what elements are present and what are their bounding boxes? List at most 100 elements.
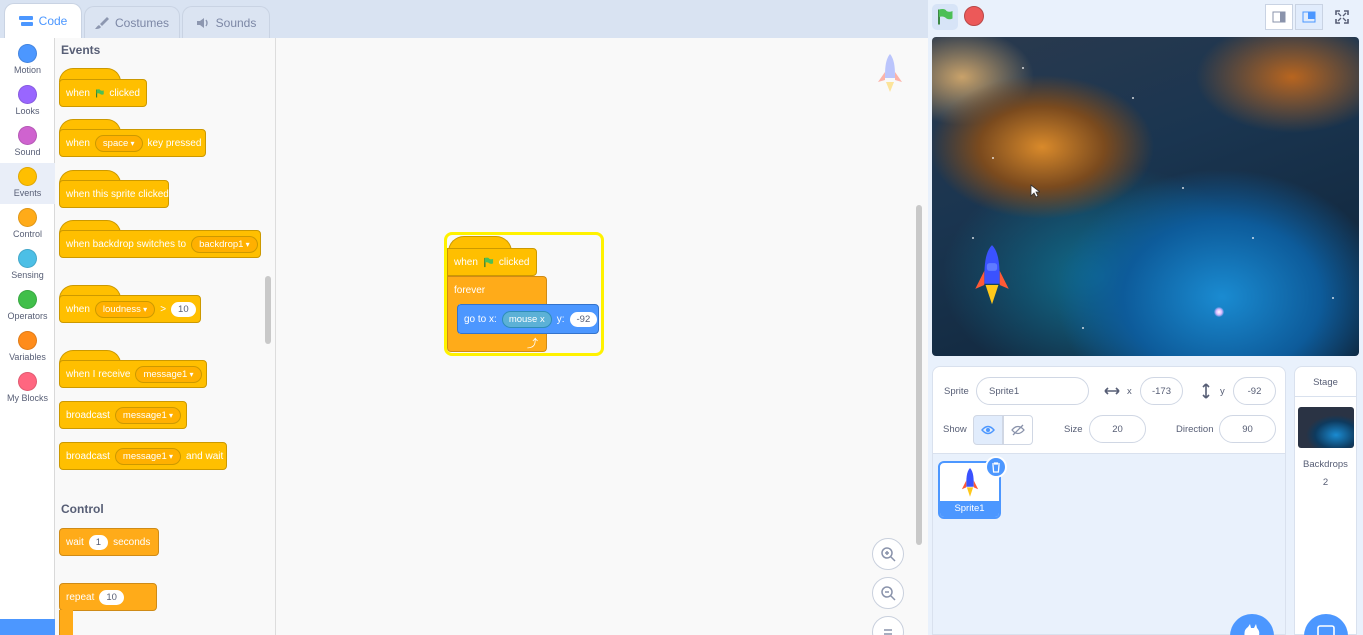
block-text: when <box>66 303 90 315</box>
control-dot-icon <box>18 208 37 227</box>
direction-field[interactable]: 90 <box>1219 415 1276 443</box>
category-label: My Blocks <box>6 393 48 403</box>
script-go-to-xy[interactable]: go to x: mouse x y: -92 <box>457 304 599 334</box>
size-field[interactable]: 20 <box>1089 415 1146 443</box>
block-broadcast[interactable]: broadcast message1 <box>59 401 187 429</box>
category-label: Variables <box>9 352 46 362</box>
large-stage-button[interactable] <box>1295 4 1323 30</box>
small-stage-icon <box>1272 11 1286 23</box>
tab-sounds[interactable]: Sounds <box>182 6 270 38</box>
horizontal-arrows-icon <box>1104 387 1120 395</box>
backdrops-count: 2 <box>1322 477 1329 488</box>
y-label: y <box>1220 386 1225 397</box>
y-position-field[interactable]: -92 <box>1233 377 1276 405</box>
category-operators[interactable]: Operators <box>0 286 55 327</box>
x-position-field[interactable]: -173 <box>1140 377 1183 405</box>
stage-target-panel[interactable]: Stage Backdrops 2 <box>1294 366 1357 635</box>
block-text: broadcast <box>66 409 110 421</box>
block-text: go to x: <box>464 313 497 325</box>
block-text: wait <box>66 536 84 548</box>
stop-button[interactable] <box>964 6 984 26</box>
block-text: when backdrop switches to <box>66 238 187 250</box>
threshold-input[interactable]: 10 <box>171 301 196 317</box>
sprite-name-field[interactable]: Sprite1 <box>976 377 1089 405</box>
zoom-in-button[interactable] <box>872 538 904 570</box>
block-text: repeat <box>66 591 95 603</box>
message-dropdown[interactable]: message1 <box>135 365 202 383</box>
message-dropdown[interactable]: message1 <box>114 447 182 465</box>
code-icon <box>18 16 33 26</box>
block-text: broadcast <box>66 450 110 462</box>
block-text: when <box>66 87 90 99</box>
control-section-title: Control <box>61 502 104 516</box>
block-when-backdrop-switches[interactable]: when backdrop switches to backdrop1 <box>59 230 261 258</box>
size-label: Size <box>1064 424 1083 435</box>
green-flag-button[interactable] <box>932 4 958 30</box>
zoom-out-button[interactable] <box>872 577 904 609</box>
backdrop-add-icon <box>1317 625 1335 635</box>
stage-thumbnail[interactable] <box>1298 407 1354 448</box>
events-dot-icon <box>18 167 37 186</box>
block-when-loudness[interactable]: when loudness > 10 <box>59 295 201 323</box>
tab-costumes[interactable]: Costumes <box>84 6 180 38</box>
key-dropdown[interactable]: space <box>94 134 143 152</box>
hide-sprite-button[interactable] <box>1003 415 1033 445</box>
tab-code-label: Code <box>38 14 68 28</box>
eye-icon <box>981 425 995 435</box>
large-stage-icon <box>1302 11 1316 23</box>
workspace-scrollbar[interactable] <box>916 205 922 545</box>
block-when-sprite-clicked[interactable]: when this sprite clicked <box>59 180 169 208</box>
category-label: Operators <box>7 311 48 321</box>
block-text: when I receive <box>66 368 131 380</box>
sensor-dropdown[interactable]: loudness <box>94 300 156 318</box>
category-sensing[interactable]: Sensing <box>0 245 55 286</box>
fullscreen-button[interactable] <box>1328 4 1356 30</box>
palette-scrollbar[interactable] <box>265 276 271 344</box>
block-repeat[interactable]: repeat 10 <box>59 583 157 611</box>
tab-sounds-label: Sounds <box>215 15 257 30</box>
repeat-block-arm <box>59 610 73 635</box>
block-text: when this sprite clicked <box>66 188 169 200</box>
block-wait[interactable]: wait 1 seconds <box>59 528 159 556</box>
wait-seconds-input[interactable]: 1 <box>88 534 109 550</box>
block-when-i-receive[interactable]: when I receive message1 <box>59 360 207 388</box>
category-looks[interactable]: Looks <box>0 81 55 122</box>
category-menu: Motion Looks Sound Events Control Sensin… <box>0 38 55 635</box>
backdrop-dropdown[interactable]: backdrop1 <box>191 235 258 253</box>
block-when-flag-clicked[interactable]: when clicked <box>59 79 147 107</box>
sprite-card-name: Sprite1 <box>940 501 999 517</box>
tab-code[interactable]: Code <box>4 3 82 38</box>
add-extension-button[interactable] <box>0 619 55 635</box>
divider <box>1295 396 1356 397</box>
message-dropdown[interactable]: message1 <box>114 406 182 424</box>
show-sprite-button[interactable] <box>973 415 1003 445</box>
rocket-sprite[interactable] <box>974 245 1010 307</box>
category-label: Events <box>13 188 42 198</box>
delete-sprite-button[interactable] <box>985 456 1007 478</box>
block-when-key-pressed[interactable]: when space key pressed <box>59 129 206 157</box>
repeat-count-input[interactable]: 10 <box>99 589 124 605</box>
category-motion[interactable]: Motion <box>0 40 55 81</box>
x-label: x <box>1127 386 1132 397</box>
looks-dot-icon <box>18 85 37 104</box>
y-value-input[interactable]: -92 <box>569 311 598 327</box>
category-control[interactable]: Control <box>0 204 55 245</box>
equals-icon <box>884 629 892 635</box>
category-my-blocks[interactable]: My Blocks <box>0 368 55 409</box>
script-forever[interactable]: forever <box>447 276 547 304</box>
category-label: Motion <box>13 65 41 75</box>
block-text: when <box>454 256 478 268</box>
script-when-flag-clicked[interactable]: when clicked <box>447 248 537 276</box>
block-text: key pressed <box>147 137 202 149</box>
stage-canvas[interactable] <box>932 37 1359 356</box>
rocket-thumbnail-icon <box>961 468 979 497</box>
block-text: and wait <box>186 450 224 462</box>
category-label: Control <box>12 229 42 239</box>
category-sound[interactable]: Sound <box>0 122 55 163</box>
speaker-icon <box>196 17 208 28</box>
block-broadcast-and-wait[interactable]: broadcast message1 and wait <box>59 442 227 470</box>
category-variables[interactable]: Variables <box>0 327 55 368</box>
mouse-x-reporter[interactable]: mouse x <box>501 310 552 328</box>
category-events[interactable]: Events <box>0 163 55 204</box>
small-stage-button[interactable] <box>1265 4 1293 30</box>
